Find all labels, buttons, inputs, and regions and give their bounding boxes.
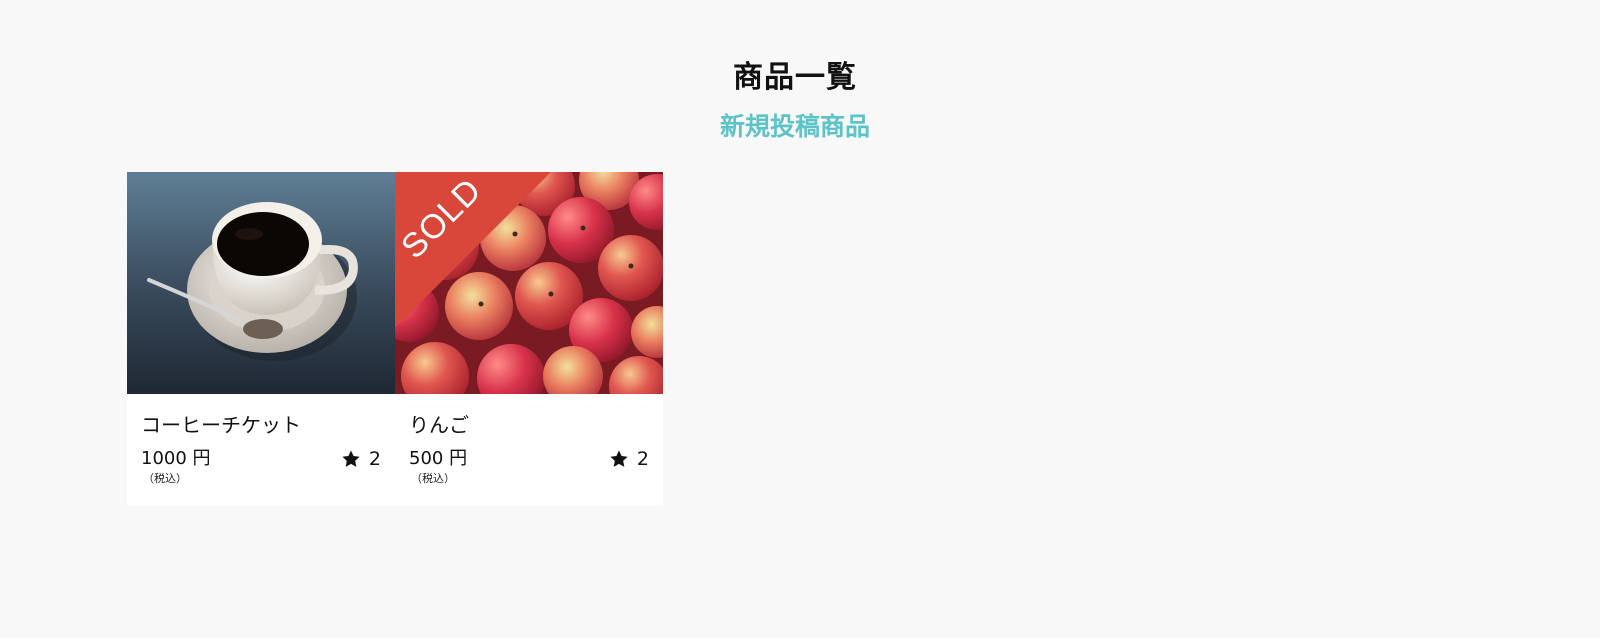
item-card-coffee-ticket[interactable]: コーヒーチケット 1000 円 （税込） 2 — [127, 172, 395, 506]
item-list: コーヒーチケット 1000 円 （税込） 2 SOLD りんご 500 円 （税… — [127, 172, 663, 506]
coffee-cup-image[interactable] — [127, 172, 395, 394]
like-count: 2 — [636, 448, 649, 470]
apples-image[interactable]: SOLD — [395, 172, 663, 394]
star-icon — [341, 449, 361, 469]
section-title: 新規投稿商品 — [719, 112, 870, 141]
coffee-cup-illustration — [127, 172, 395, 394]
apples-illustration — [395, 172, 663, 394]
star-icon — [609, 449, 629, 469]
item-price: 500 円 — [409, 448, 468, 469]
tax-note: （税込） — [411, 472, 455, 485]
item-card-apples[interactable]: SOLD りんご 500 円 （税込） 2 — [395, 172, 663, 506]
item-list-page: 商品一覧 新規投稿商品 コーヒーチケット 1000 円 （税込） 2 SOLD … — [0, 0, 1600, 638]
item-info: コーヒーチケット 1000 円 （税込） 2 — [127, 394, 395, 506]
like-button[interactable]: 2 — [341, 447, 381, 471]
like-button[interactable]: 2 — [609, 447, 649, 471]
page-title: 商品一覧 — [733, 60, 857, 95]
like-count: 2 — [368, 448, 381, 470]
item-name[interactable]: りんご — [409, 412, 469, 438]
item-info: りんご 500 円 （税込） 2 — [395, 394, 663, 506]
tax-note: （税込） — [143, 472, 187, 485]
item-price: 1000 円 — [141, 448, 211, 469]
item-name[interactable]: コーヒーチケット — [141, 412, 301, 438]
